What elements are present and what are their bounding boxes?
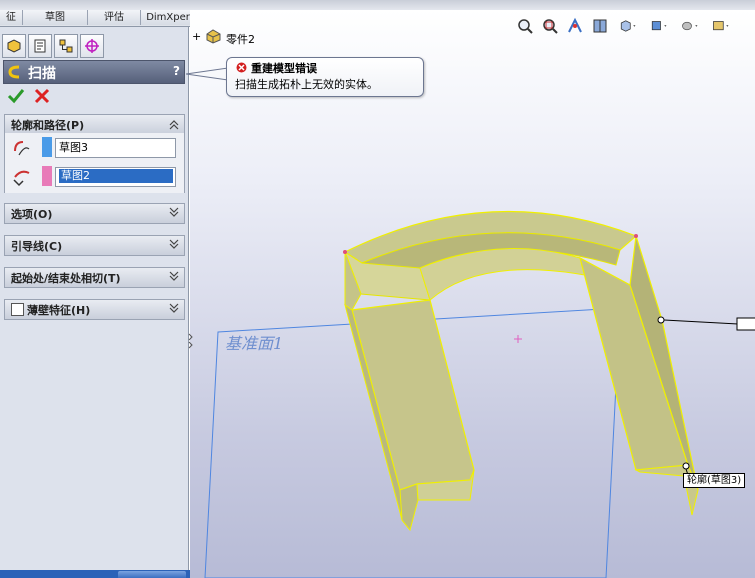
group-guide-curves[interactable]: 引导线(C) xyxy=(4,235,185,256)
dimxpert-manager-icon[interactable] xyxy=(80,34,104,58)
group-title: 薄壁特征(H) xyxy=(27,304,91,317)
tab-features[interactable]: 征 xyxy=(0,10,23,25)
path-color-swatch xyxy=(42,166,52,186)
path-selection-box[interactable]: 草图2 xyxy=(55,167,176,187)
manager-tabs xyxy=(2,34,104,58)
path-value: 草图2 xyxy=(59,169,173,183)
thin-feature-checkbox[interactable] xyxy=(11,303,24,316)
group-thin-feature[interactable]: 薄壁特征(H) xyxy=(4,299,185,320)
configuration-manager-icon[interactable] xyxy=(54,34,78,58)
origin-marker xyxy=(514,335,522,343)
path-select-icon xyxy=(13,170,30,187)
plane-label: 基准面1 xyxy=(225,334,284,353)
profile-tag[interactable]: 轮廓(草图3) xyxy=(683,473,746,488)
part-icon xyxy=(206,29,221,44)
cancel-icon[interactable] xyxy=(33,87,51,105)
tab-evaluate[interactable]: 评估 xyxy=(88,10,141,25)
help-button[interactable]: ? xyxy=(173,64,180,78)
group-title: 起始处/结束处相切(T) xyxy=(11,272,121,285)
sweep-feature-icon xyxy=(8,65,20,79)
tree-expand-icon[interactable]: + xyxy=(192,30,201,43)
group-title: 引导线(C) xyxy=(11,240,63,253)
expand-icon[interactable] xyxy=(168,303,180,315)
group-start-end-tangency[interactable]: 起始处/结束处相切(T) xyxy=(4,267,185,288)
group-options[interactable]: 选项(O) xyxy=(4,203,185,224)
taskbar-button[interactable] xyxy=(118,571,186,578)
profile-selection-box[interactable]: 草图3 xyxy=(55,138,176,158)
profile-path-body: 草图3 草图2 xyxy=(4,133,185,193)
group-profile-path[interactable]: 轮廓和路径(P) xyxy=(4,114,185,135)
expand-icon[interactable] xyxy=(168,239,180,251)
error-message: 扫描生成拓朴上无效的实体。 xyxy=(235,78,378,91)
feature-title: 扫描 xyxy=(28,66,56,82)
profile-value: 草图3 xyxy=(59,141,88,154)
group-title: 选项(O) xyxy=(11,208,53,221)
callout-pointer xyxy=(186,67,228,81)
property-manager-icon[interactable] xyxy=(28,34,52,58)
profile-color-swatch xyxy=(42,137,52,157)
expand-icon[interactable] xyxy=(168,207,180,219)
group-title: 轮廓和路径(P) xyxy=(11,119,85,132)
part-name[interactable]: 零件2 xyxy=(226,31,255,47)
error-title: 重建模型错误 xyxy=(251,62,317,75)
property-manager-panel: 扫描 ? 轮廓和路径(P) 草图3 草图2 选项(O) 引导线(C) 起始处/结… xyxy=(0,27,189,578)
expand-icon[interactable] xyxy=(168,271,180,283)
collapse-icon[interactable] xyxy=(168,118,180,130)
rebuild-error-callout: 重建模型错误 扫描生成拓朴上无效的实体。 xyxy=(226,57,424,97)
panel-splitter-handle[interactable] xyxy=(188,330,194,352)
profile-select-icon xyxy=(14,141,30,156)
error-icon xyxy=(236,62,247,73)
command-manager-tabs: 征 草图 评估 DimXpert xyxy=(0,10,200,27)
feature-manager-icon[interactable] xyxy=(2,34,26,58)
ok-icon[interactable] xyxy=(7,87,25,105)
tab-sketch[interactable]: 草图 xyxy=(23,10,88,25)
sweep-header: 扫描 ? xyxy=(3,60,185,84)
